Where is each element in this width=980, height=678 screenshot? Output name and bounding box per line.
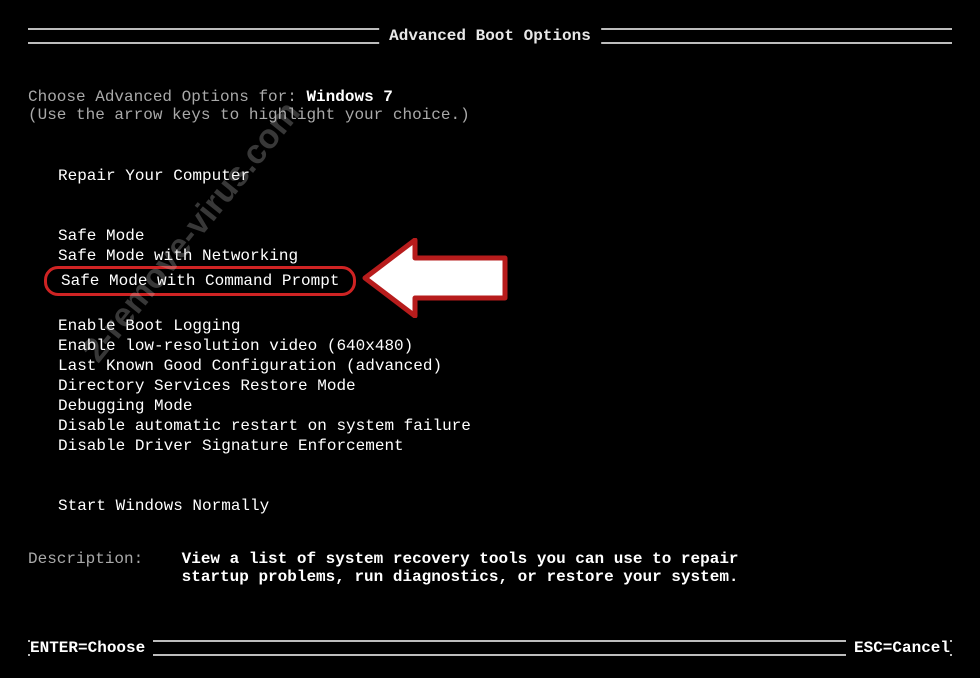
description-line1: View a list of system recovery tools you…: [182, 550, 739, 568]
description-block: Description: View a list of system recov…: [28, 550, 952, 586]
title-bar: Advanced Boot Options: [28, 28, 952, 44]
menu-item-safe-mode[interactable]: Safe Mode: [52, 226, 150, 246]
menu-item-low-res[interactable]: Enable low-resolution video (640x480): [52, 336, 419, 356]
highlight-circle: Safe Mode with Command Prompt: [44, 266, 356, 296]
intro-hint: (Use the arrow keys to highlight your ch…: [28, 106, 952, 124]
menu-item-last-known-good[interactable]: Last Known Good Configuration (advanced): [52, 356, 448, 376]
menu-item-safe-mode-cmd[interactable]: Safe Mode with Command Prompt: [55, 271, 345, 291]
content-area: Choose Advanced Options for: Windows 7 (…: [0, 44, 980, 516]
menu-item-debugging[interactable]: Debugging Mode: [52, 396, 198, 416]
intro-prefix: Choose Advanced Options for:: [28, 88, 306, 106]
description-label: Description:: [28, 550, 143, 568]
footer-esc: ESC=Cancel: [846, 639, 950, 657]
menu-item-safe-mode-networking[interactable]: Safe Mode with Networking: [52, 246, 304, 266]
os-name: Windows 7: [306, 88, 392, 106]
page-title: Advanced Boot Options: [379, 27, 601, 45]
footer-bar: ENTER=Choose ESC=Cancel: [28, 640, 952, 656]
menu-item-disable-driver-sig[interactable]: Disable Driver Signature Enforcement: [52, 436, 410, 456]
menu-item-start-normally[interactable]: Start Windows Normally: [52, 496, 275, 516]
menu-item-boot-logging[interactable]: Enable Boot Logging: [52, 316, 246, 336]
menu-item-disable-auto-restart[interactable]: Disable automatic restart on system fail…: [52, 416, 477, 436]
footer-enter: ENTER=Choose: [30, 639, 153, 657]
menu-item-ds-restore[interactable]: Directory Services Restore Mode: [52, 376, 362, 396]
boot-menu[interactable]: Repair Your Computer Safe Mode Safe Mode…: [28, 166, 952, 516]
intro-line: Choose Advanced Options for: Windows 7: [28, 88, 952, 106]
menu-item-repair[interactable]: Repair Your Computer: [52, 166, 256, 186]
description-line2: startup problems, run diagnostics, or re…: [182, 568, 739, 586]
